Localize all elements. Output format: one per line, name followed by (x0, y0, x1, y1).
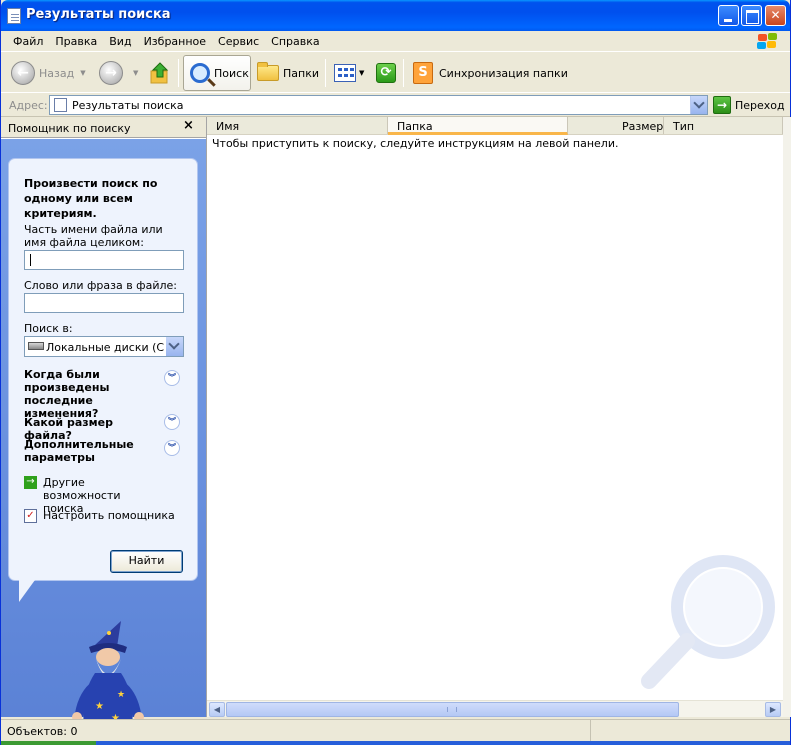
vertical-scroll-area[interactable] (783, 117, 791, 717)
magnifier-icon (190, 63, 210, 83)
forward-dropdown-icon[interactable]: ▼ (133, 69, 138, 77)
lookin-value: Локальные диски (C:;D (46, 341, 164, 354)
refresh-button[interactable]: ⟳ (376, 56, 396, 90)
address-bar: Адрес: Результаты поиска → Переход (1, 94, 790, 117)
views-dropdown-icon[interactable]: ▼ (359, 69, 364, 77)
column-folder[interactable]: Папка (388, 117, 568, 135)
title-bar[interactable]: Результаты поиска (1, 0, 790, 31)
search-options-panel: Произвести поиск по одному или всем крит… (8, 158, 198, 581)
go-arrow-icon: → (713, 96, 731, 114)
sync-folder-icon: S (413, 62, 433, 84)
address-dropdown-icon[interactable] (690, 96, 707, 114)
back-label: Назад (39, 66, 75, 80)
status-panel (590, 720, 790, 741)
up-folder-icon (150, 62, 169, 84)
search-button[interactable]: Поиск (183, 55, 251, 91)
explorer-window: Результаты поиска ФайлПравкаВидИзбранное… (0, 0, 791, 745)
column-name[interactable]: Имя (207, 117, 388, 134)
search-pane-header: Помощник по поиску × (1, 117, 206, 138)
status-bar: Объектов: 0 (1, 719, 790, 741)
column-size[interactable]: Размер (568, 117, 664, 134)
expand-advanced-icon[interactable]: ︾ (164, 440, 180, 456)
column-type[interactable]: Тип (664, 117, 783, 134)
address-field[interactable]: Результаты поиска (49, 95, 708, 115)
sync-folder-button[interactable]: S Синхронизация папки (413, 56, 568, 90)
expand-size-icon[interactable]: ︾ (164, 414, 180, 430)
section-advanced[interactable]: Дополнительные параметры (24, 438, 164, 464)
windows-logo-icon (754, 32, 780, 51)
object-count: Объектов: 0 (7, 725, 78, 738)
phrase-label: Слово или фраза в файле: (24, 279, 177, 292)
close-button[interactable] (765, 5, 786, 26)
go-button[interactable]: → Переход (713, 96, 785, 114)
lookin-dropdown-icon[interactable] (166, 337, 183, 356)
scroll-thumb[interactable] (226, 702, 679, 717)
forward-arrow-icon: → (99, 61, 123, 85)
toolbar: ← Назад ▼ → ▼ Поиск Папки ▼ ⟳ S Синхрони… (1, 53, 790, 93)
refresh-icon: ⟳ (376, 63, 396, 83)
go-label: Переход (735, 98, 785, 112)
menu-view[interactable]: Вид (103, 32, 137, 48)
expand-modified-icon[interactable]: ︾ (164, 370, 180, 386)
views-icon (334, 64, 356, 82)
section-modified[interactable]: Когда были произведены последние изменен… (24, 368, 164, 420)
search-heading: Произвести поиск по одному или всем крит… (24, 177, 158, 220)
menu-bar: Файл Правка Вид Избранное Сервис Справка (1, 31, 790, 52)
address-label: Адрес: (9, 99, 48, 112)
maximize-button[interactable] (741, 5, 762, 26)
svg-text:★: ★ (117, 690, 125, 700)
taskbar-strip (1, 741, 790, 745)
back-arrow-icon: ← (11, 61, 35, 85)
magnifier-watermark-icon (641, 555, 775, 689)
folder-icon (257, 62, 279, 81)
window-title: Результаты поиска (26, 7, 171, 22)
horizontal-scrollbar[interactable]: ◀ ▶ (207, 700, 783, 717)
search-pane-body: Произвести поиск по одному или всем крит… (1, 139, 206, 733)
scroll-left-icon[interactable]: ◀ (209, 702, 225, 717)
scroll-right-icon[interactable]: ▶ (765, 702, 781, 717)
address-value: Результаты поиска (72, 99, 184, 112)
up-button[interactable] (149, 56, 171, 90)
results-pane: Имя Папка Размер Тип Чтобы приступить к … (206, 117, 791, 717)
filename-input[interactable] (24, 250, 184, 270)
customize-label: Настроить помощника (43, 509, 175, 522)
folders-button[interactable]: Папки (257, 56, 319, 90)
forward-button[interactable]: → ▼ (99, 56, 138, 90)
back-dropdown-icon[interactable]: ▼ (80, 69, 85, 77)
close-pane-icon[interactable]: × (183, 118, 194, 133)
menu-favorites[interactable]: Избранное (138, 32, 212, 48)
find-button[interactable]: Найти (110, 550, 183, 573)
bubble-tail (19, 580, 35, 602)
filename-label: Часть имени файла или имя файла целиком: (24, 223, 163, 249)
phrase-input[interactable] (24, 293, 184, 313)
menu-help[interactable]: Справка (265, 32, 325, 48)
search-results-icon (54, 98, 67, 112)
menu-edit[interactable]: Правка (49, 32, 103, 48)
lookin-label: Поиск в: (24, 322, 73, 335)
text-caret (30, 254, 31, 266)
lookin-select[interactable]: Локальные диски (C:;D (24, 336, 184, 357)
local-disk-icon (28, 342, 44, 350)
search-pane-title: Помощник по поиску (8, 122, 131, 135)
svg-text:★: ★ (95, 701, 104, 712)
empty-results-message: Чтобы приступить к поиску, следуйте инст… (212, 137, 619, 150)
customize-link[interactable]: ✓ Настроить помощника (24, 509, 175, 523)
search-results-icon (7, 8, 21, 24)
menu-tools[interactable]: Сервис (212, 32, 265, 48)
checklist-icon: ✓ (24, 509, 37, 523)
search-label: Поиск (214, 66, 249, 80)
minimize-button[interactable] (718, 5, 739, 26)
column-header-row: Имя Папка Размер Тип (207, 117, 783, 135)
folders-label: Папки (283, 66, 319, 80)
green-arrow-icon: → (24, 476, 37, 489)
sync-folder-label: Синхронизация папки (439, 66, 568, 80)
menu-file[interactable]: Файл (7, 32, 49, 48)
views-button[interactable]: ▼ (334, 56, 364, 90)
search-companion-pane: Помощник по поиску × Произвести поиск по… (1, 117, 206, 733)
back-button[interactable]: ← Назад ▼ (11, 56, 86, 90)
